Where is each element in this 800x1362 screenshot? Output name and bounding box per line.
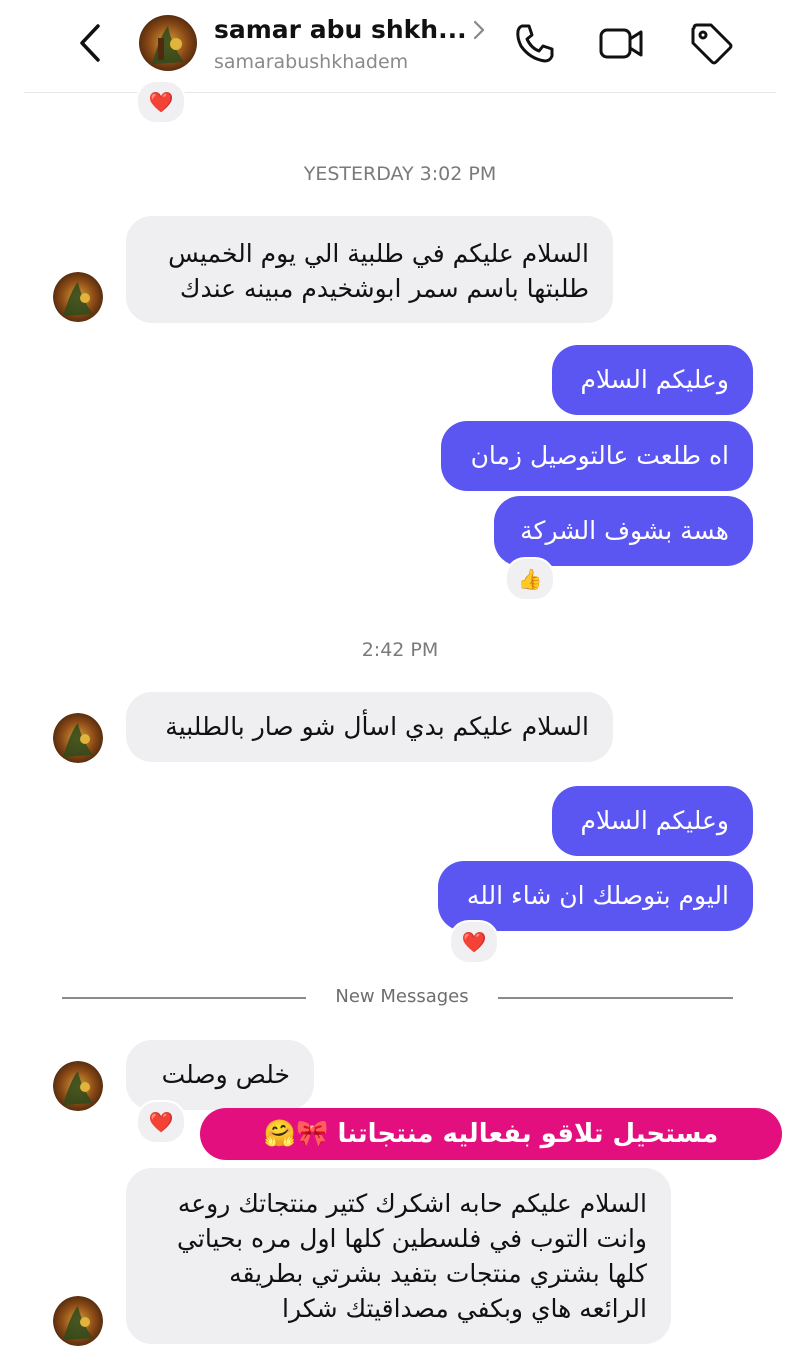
divider-line [62, 997, 306, 999]
contact-avatar[interactable] [53, 1296, 103, 1346]
message-text: كلها بشتري منتجات بتفيد بشرتي بطريقه [229, 1259, 647, 1288]
message-text: وانت التوب في فلسطين كلها اول مره بحياتي [177, 1224, 647, 1253]
profile-chevron-icon[interactable] [470, 18, 488, 42]
thumbs-up-reaction-icon[interactable]: 👍 [505, 557, 555, 601]
contact-avatar[interactable] [53, 272, 103, 322]
message-text: الرائعه هاي وبكفي مصداقيتك شكرا [282, 1294, 647, 1323]
promo-banner: مستحيل تلاقو بفعاليه منتجاتنا 🎀🤗 [200, 1108, 782, 1160]
contact-avatar[interactable] [53, 713, 103, 763]
divider-line [498, 997, 733, 999]
contact-name[interactable]: samar abu shkh... [214, 15, 467, 44]
heart-reaction-icon[interactable]: ❤️ [136, 80, 186, 124]
timestamp: YESTERDAY 3:02 PM [303, 163, 497, 185]
message-text: السلام عليكم في طلبية الي يوم الخميس [168, 239, 589, 268]
chat-header: samar abu shkh... samarabushkhadem [0, 0, 800, 92]
message-bubble-outgoing[interactable]: اه طلعت عالتوصيل زمان [441, 421, 753, 491]
message-bubble-outgoing[interactable]: هسة بشوف الشركة [494, 496, 753, 566]
message-bubble-outgoing[interactable]: وعليكم السلام [552, 786, 753, 856]
contact-avatar[interactable] [53, 1061, 103, 1111]
message-bubble-incoming[interactable]: السلام عليكم بدي اسأل شو صار بالطلبية [126, 692, 613, 762]
timestamp: 2:42 PM [361, 639, 439, 661]
message-text: السلام عليكم حابه اشكرك كتير منتجاتك روع… [177, 1189, 647, 1218]
video-camera-icon[interactable] [598, 20, 644, 66]
message-text: طلبتها باسم سمر ابوشخيدم مبينه عندك [179, 274, 589, 303]
back-chevron-icon[interactable] [74, 22, 106, 64]
heart-reaction-icon[interactable]: ❤️ [449, 920, 499, 964]
message-bubble-incoming[interactable]: السلام عليكم في طلبية الي يوم الخميس طلب… [126, 216, 613, 323]
header-avatar[interactable] [138, 14, 198, 72]
tag-icon[interactable] [688, 20, 734, 66]
message-bubble-outgoing[interactable]: وعليكم السلام [552, 345, 753, 415]
phone-icon[interactable] [512, 20, 558, 66]
contact-username: samarabushkhadem [214, 51, 409, 73]
new-messages-label: New Messages [335, 986, 469, 1007]
heart-reaction-icon[interactable]: ❤️ [136, 1100, 186, 1144]
message-bubble-incoming[interactable]: السلام عليكم حابه اشكرك كتير منتجاتك روع… [126, 1168, 671, 1344]
